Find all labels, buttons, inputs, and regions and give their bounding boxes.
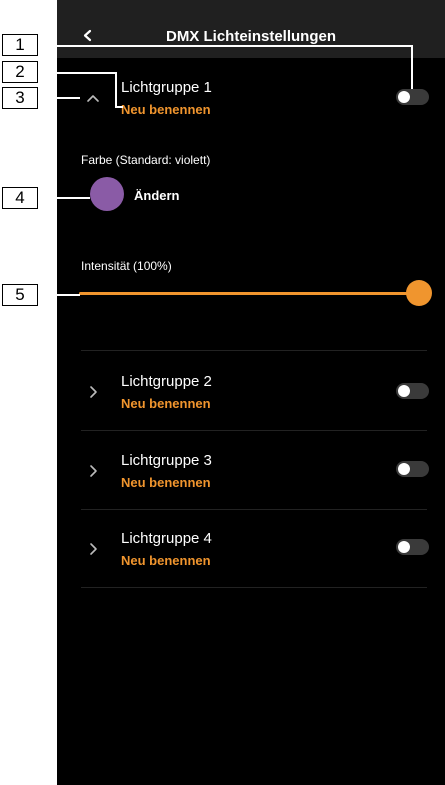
expand-chevron-icon[interactable] <box>85 540 101 558</box>
navigation-bar: DMX Lichteinstellungen <box>57 0 445 58</box>
callout-2-leader <box>38 72 117 74</box>
color-label: Farbe (Standard: violett) <box>81 153 211 167</box>
group-1-rename-link[interactable]: Neu benennen <box>121 102 211 117</box>
expand-chevron-icon[interactable] <box>85 462 101 480</box>
color-swatch[interactable] <box>90 177 124 211</box>
group-1-toggle[interactable] <box>396 89 429 105</box>
callout-1-leader <box>411 45 413 89</box>
callout-3-leader <box>38 97 80 99</box>
group-1-title: Lichtgruppe 1 <box>121 79 212 96</box>
callout-4-leader <box>38 197 90 199</box>
group-2-toggle[interactable] <box>396 383 429 399</box>
page-title: DMX Lichteinstellungen <box>165 28 336 45</box>
app-screen: DMX Lichteinstellungen Lichtgruppe 1 Neu… <box>57 0 445 785</box>
toggle-knob <box>398 91 410 103</box>
callout-5-leader <box>38 294 80 296</box>
group-3-title: Lichtgruppe 3 <box>121 452 212 469</box>
group-4-rename-link[interactable]: Neu benennen <box>121 553 211 568</box>
group-2-rename-link[interactable]: Neu benennen <box>121 396 211 411</box>
divider <box>81 350 427 351</box>
callout-2-leader <box>115 72 117 108</box>
group-4-title: Lichtgruppe 4 <box>121 530 212 547</box>
callout-2-leader <box>115 106 123 108</box>
divider <box>81 587 427 588</box>
divider <box>81 509 427 510</box>
intensity-label: Intensität (100%) <box>81 259 172 273</box>
callout-1: 1 <box>2 34 38 56</box>
group-3-toggle[interactable] <box>396 461 429 477</box>
toggle-knob <box>398 541 410 553</box>
callout-4: 4 <box>2 187 38 209</box>
group-2-title: Lichtgruppe 2 <box>121 373 212 390</box>
annotated-screenshot: DMX Lichteinstellungen Lichtgruppe 1 Neu… <box>0 0 445 785</box>
callout-3: 3 <box>2 87 38 109</box>
change-color-button[interactable]: Ändern <box>134 188 180 203</box>
callout-5: 5 <box>2 284 38 306</box>
expand-chevron-icon[interactable] <box>85 383 101 401</box>
toggle-knob <box>398 463 410 475</box>
divider <box>81 430 427 431</box>
callout-1-leader <box>38 45 413 47</box>
collapse-chevron-icon[interactable] <box>85 89 101 107</box>
toggle-knob <box>398 385 410 397</box>
group-4-toggle[interactable] <box>396 539 429 555</box>
intensity-slider-thumb[interactable] <box>406 280 432 306</box>
intensity-slider-track[interactable] <box>79 292 419 295</box>
callout-2: 2 <box>2 61 38 83</box>
group-3-rename-link[interactable]: Neu benennen <box>121 475 211 490</box>
